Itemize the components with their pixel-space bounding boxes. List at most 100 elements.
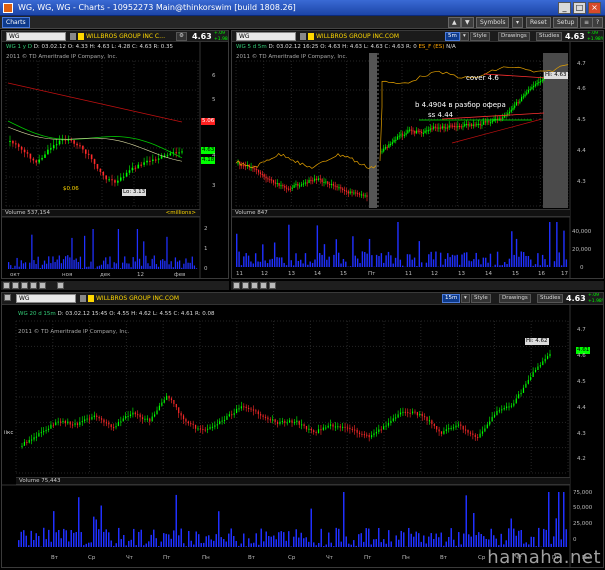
volume-bar [60,538,62,547]
volume-bar [475,252,477,267]
candle-body [170,398,173,400]
candle-body [254,168,256,170]
volume-bar [187,262,189,269]
candle-body [64,421,66,424]
volume-bar [553,261,556,267]
candle-body [166,155,169,157]
volume-bar [140,529,142,547]
candle-body [29,153,32,159]
volume-bar [16,257,18,269]
volume-bar [92,229,94,269]
volume-bar [410,533,412,547]
down-arrow-icon[interactable]: ▼ [461,17,474,28]
maximize-icon[interactable]: □ [573,2,586,14]
volume-bar [126,263,128,269]
zoom-in-icon[interactable] [57,282,64,289]
candle-body [427,130,430,132]
volume-bar [164,260,166,269]
high-label: Hi: 4.62 [525,338,549,345]
volume-bar [254,253,257,267]
price-chart-5m[interactable] [232,31,604,279]
candle-body [414,411,416,413]
volume-bar [399,259,402,267]
candle-body [120,421,122,423]
tab-charts[interactable]: Charts [2,17,30,28]
candle-body [284,186,286,188]
scroll-left-icon[interactable] [260,282,267,289]
close-icon[interactable]: × [588,2,601,14]
volume-bar [383,539,385,547]
crosshair-icon[interactable] [251,282,258,289]
volume-bar [295,529,297,547]
candle-body [386,147,388,149]
candle-body [431,128,433,130]
candle-body [334,185,336,187]
candle-body [426,130,428,132]
symbols-button[interactable]: Symbols [476,17,510,28]
up-arrow-icon[interactable]: ▲ [448,17,461,28]
candle-body [139,414,141,418]
crosshair-icon[interactable] [21,282,28,289]
volume-bar [148,541,150,547]
candle-body [47,428,50,430]
y-tick: 4.3 [577,431,586,437]
low-label: Lo: 3.13 [122,189,147,196]
y-tick: 4.2 [577,456,586,462]
volume-bar [480,533,482,547]
candle-body [79,422,81,425]
volume-bar [69,257,71,269]
pan-icon[interactable] [12,282,19,289]
volume-bar [33,539,35,547]
volume-bar [191,256,193,269]
zoom-icon[interactable] [3,282,10,289]
reset-button[interactable]: Reset [526,17,551,28]
price-chart-daily[interactable] [2,31,229,279]
setup-button[interactable]: Setup [553,17,579,28]
volume-bar [70,530,72,547]
candle-body [313,430,315,432]
volume-bar [555,518,557,547]
volume-bar [183,543,185,547]
volume-bar [290,260,292,267]
volume-bar [361,251,364,267]
pan-icon[interactable] [242,282,249,289]
volume-bar [298,537,300,547]
price-chart-15m[interactable] [2,293,604,568]
volume-bar [482,257,485,267]
candle-body [460,424,462,426]
symbols-dropdown-icon[interactable]: ▾ [512,17,524,28]
volume-bar [273,242,276,267]
candle-body [175,403,177,408]
volume-bar [60,263,63,269]
candle-body [465,429,467,431]
volume-bar [495,538,497,547]
candle-body [286,187,288,189]
candle-body [498,410,500,412]
volume-bar [43,527,45,547]
candle-body [310,428,312,431]
volume-bar [138,258,141,269]
x-tick: Пн [202,555,210,561]
candle-body [256,168,258,171]
volume-bar [50,263,52,269]
zoom-icon[interactable] [233,282,240,289]
volume-bar [499,265,501,267]
candle-body [41,157,43,160]
scroll-right-icon[interactable] [39,282,46,289]
volume-bar [443,545,445,547]
help-icon[interactable]: ? [592,17,604,28]
candle-body [291,187,293,189]
candle-body [493,415,496,417]
volume-bar [349,266,352,267]
volume-bar [90,261,92,269]
candle-body [305,425,308,430]
scroll-right-icon[interactable] [269,282,276,289]
volume-bar [54,262,56,269]
minimize-icon[interactable]: _ [558,2,571,14]
volume-bar [260,528,262,547]
volume-bar [130,539,132,547]
candle-body [484,121,487,123]
scroll-left-icon[interactable] [30,282,37,289]
vol-tick: 0 [204,266,208,272]
vol-tick: 20,000 [572,247,592,253]
